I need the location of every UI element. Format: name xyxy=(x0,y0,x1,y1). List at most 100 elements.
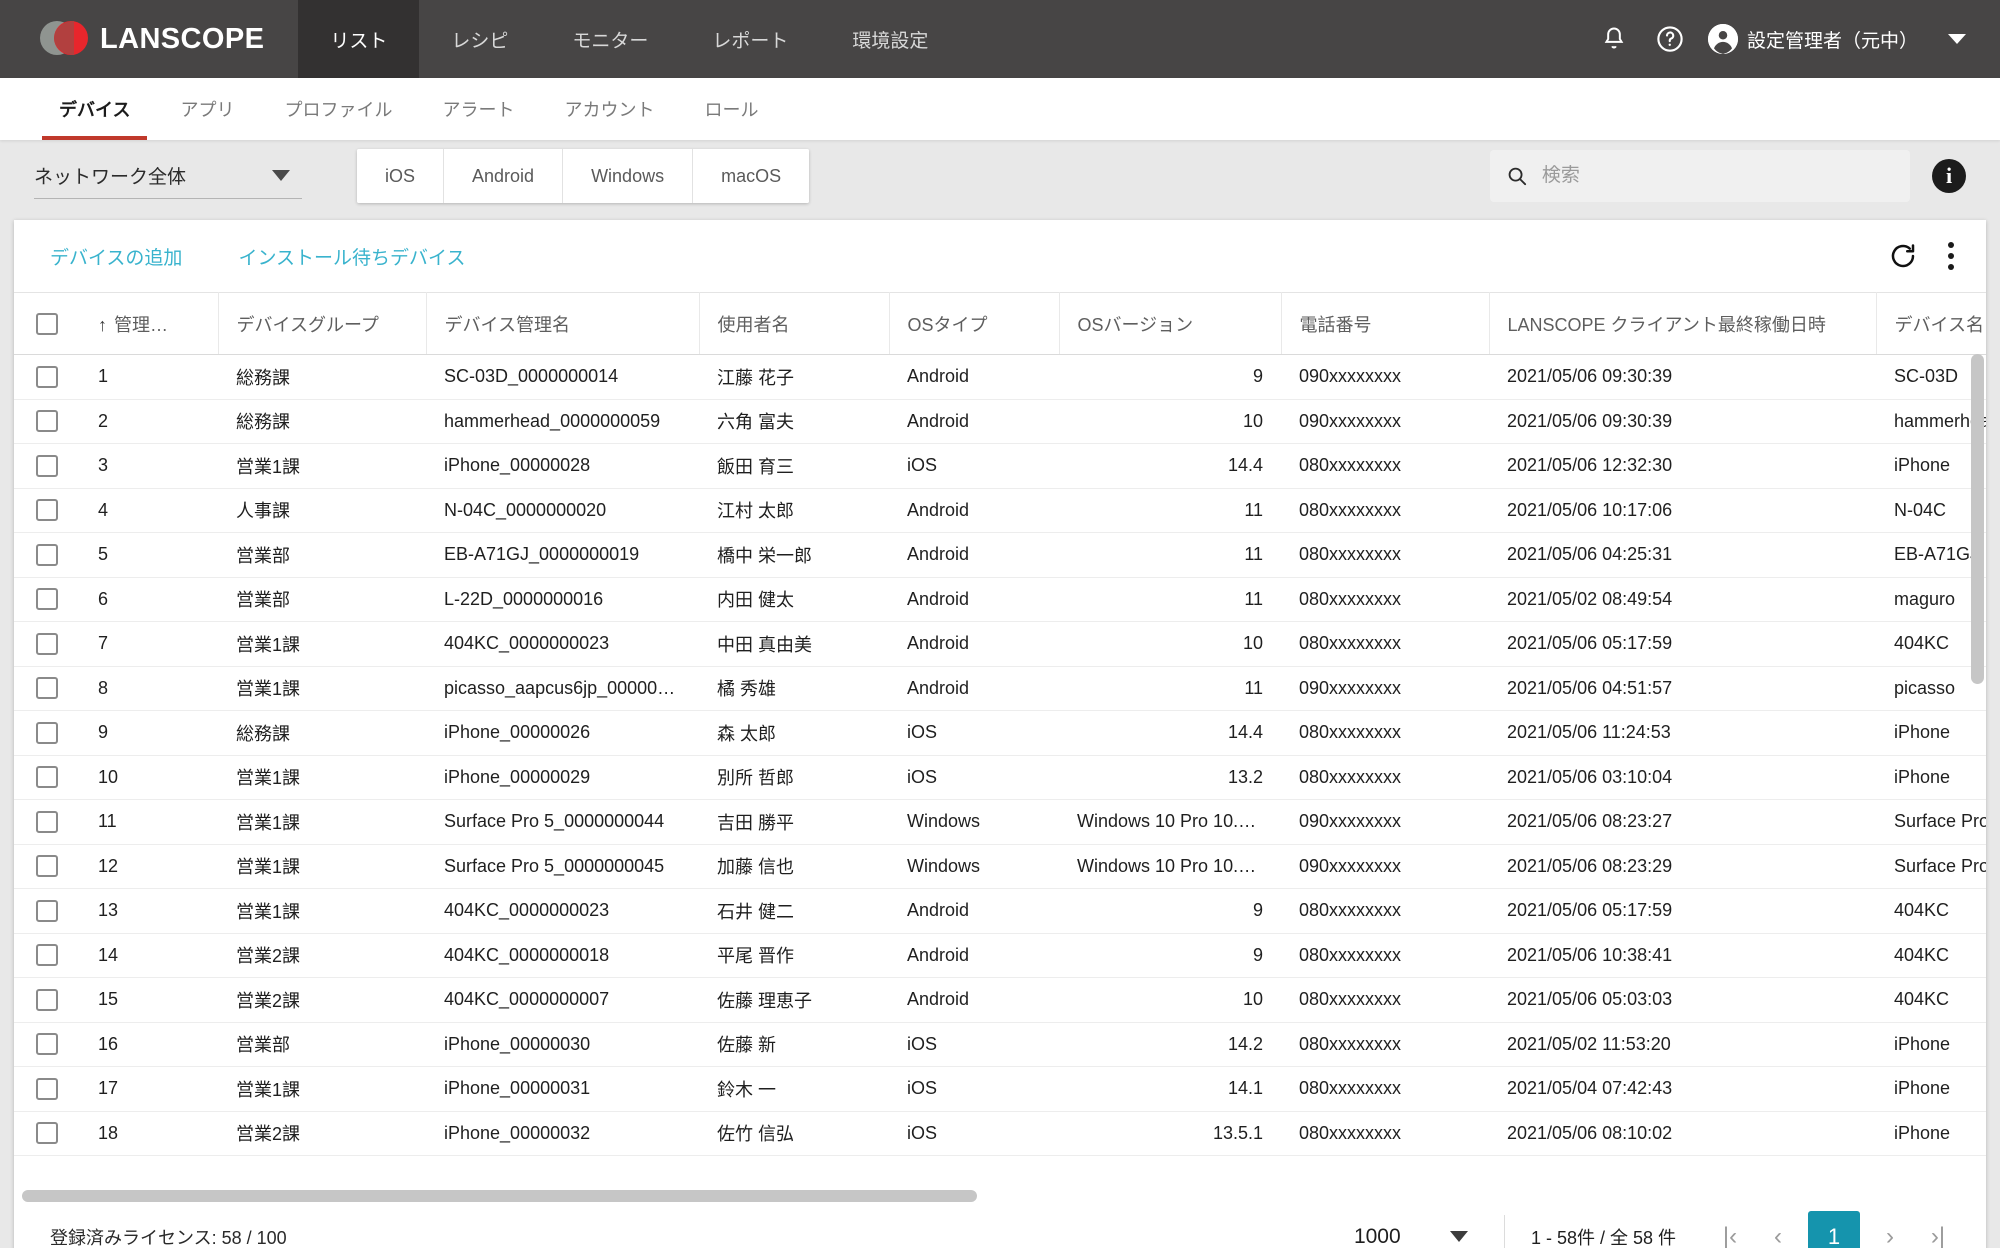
info-icon[interactable]: i xyxy=(1932,159,1966,193)
cell-os_version: 14.2 xyxy=(1059,1022,1281,1067)
os-filter-ios[interactable]: iOS xyxy=(357,149,445,203)
main-nav-item-list[interactable]: リスト xyxy=(298,0,420,78)
tab-accounts[interactable]: アカウント xyxy=(539,78,679,140)
row-checkbox[interactable] xyxy=(36,899,58,922)
row-checkbox[interactable] xyxy=(36,766,58,789)
cell-mgmt_name: SC-03D_0000000014 xyxy=(426,354,699,400)
row-checkbox[interactable] xyxy=(36,1077,58,1100)
cell-group: 営業1課 xyxy=(218,443,426,489)
column-header-last-active[interactable]: LANSCOPE クライアント最終稼働日時 xyxy=(1489,292,1877,355)
page-size-select[interactable]: 1000 xyxy=(1348,1214,1478,1248)
table-row[interactable]: 7 営業1課 404KC_0000000023 中田 真由美 Android 10 080x… xyxy=(14,621,1986,667)
table-row[interactable]: 12 営業1課 Surface Pro 5_0000000045 加藤 信也 Windo… xyxy=(14,844,1986,889)
tab-roles[interactable]: ロール xyxy=(679,78,783,140)
row-checkbox[interactable] xyxy=(36,944,58,967)
cell-last_active: 2021/05/06 11:24:53 xyxy=(1489,710,1876,756)
os-filter-windows[interactable]: Windows xyxy=(563,149,694,203)
main-nav-item-settings[interactable]: 環境設定 xyxy=(820,0,960,78)
table-row[interactable]: 2 総務課 hammerhead_0000000059 六角 富夫 Android 10 0… xyxy=(14,399,1986,444)
column-header-device-name[interactable]: デバイス名 xyxy=(1876,292,1986,355)
row-checkbox[interactable] xyxy=(36,855,58,878)
next-page-button[interactable]: › xyxy=(1866,1213,1914,1248)
tab-devices[interactable]: デバイス xyxy=(34,78,155,140)
table-row[interactable]: 9 総務課 iPhone_00000026 森 太郎 iOS 14.4 080xxxxxxx… xyxy=(14,710,1986,756)
cell-user_name: 橘 秀雄 xyxy=(699,666,889,711)
table-row[interactable]: 5 営業部 EB-A71GJ_0000000019 橋中 栄一郎 Android 11 08… xyxy=(14,532,1986,578)
horizontal-scrollbar-thumb[interactable] xyxy=(22,1190,977,1202)
cell-last_active: 2021/05/06 08:23:27 xyxy=(1489,799,1876,845)
row-checkbox[interactable] xyxy=(36,810,58,833)
table-row[interactable]: 13 営業1課 404KC_0000000023 石井 健二 Android 9 080xx… xyxy=(14,888,1986,934)
row-checkbox[interactable] xyxy=(36,365,58,388)
table-row[interactable]: 4 人事課 N-04C_0000000020 江村 太郎 Android 11 080xxx… xyxy=(14,488,1986,533)
vertical-scrollbar-thumb[interactable] xyxy=(1971,354,1984,684)
page-number-1-button[interactable]: 1 xyxy=(1808,1211,1860,1248)
tab-apps[interactable]: アプリ xyxy=(155,78,259,140)
cell-phone: 080xxxxxxxx xyxy=(1281,933,1489,978)
table-row[interactable]: 16 営業部 iPhone_00000030 佐藤 新 iOS 14.2 080xxxxxx… xyxy=(14,1022,1986,1067)
table-row[interactable]: 10 営業1課 iPhone_00000029 別所 哲郎 iOS 13.2 080xxxx… xyxy=(14,755,1986,800)
main-nav-item-recipe[interactable]: レシピ xyxy=(419,0,540,78)
pending-install-devices-link[interactable]: インストール待ちデバイス xyxy=(238,243,465,270)
row-checkbox[interactable] xyxy=(36,543,58,566)
cell-device_name: iPhone xyxy=(1876,1066,1986,1112)
previous-page-button[interactable]: ‹ xyxy=(1754,1213,1802,1248)
row-checkbox[interactable] xyxy=(36,1122,58,1145)
table-row[interactable]: 3 営業1課 iPhone_00000028 飯田 育三 iOS 14.4 080xxxxx… xyxy=(14,443,1986,489)
search-box[interactable] xyxy=(1490,150,1910,202)
tab-alerts[interactable]: アラート xyxy=(417,78,539,140)
row-checkbox[interactable] xyxy=(36,588,58,611)
row-checkbox[interactable] xyxy=(36,1033,58,1056)
table-row[interactable]: 6 営業部 L-22D_0000000016 内田 健太 Android 11 080xxx… xyxy=(14,577,1986,622)
notifications-button[interactable] xyxy=(1586,11,1642,67)
column-header-device-mgmt-name[interactable]: デバイス管理名 xyxy=(426,292,700,355)
table-row[interactable]: 1 総務課 SC-03D_0000000014 江藤 花子 Android 9 090xxx… xyxy=(14,354,1986,400)
cell-num: 12 xyxy=(80,844,218,889)
row-checkbox[interactable] xyxy=(36,677,58,700)
row-checkbox[interactable] xyxy=(36,454,58,477)
row-checkbox[interactable] xyxy=(36,988,58,1011)
main-nav-item-monitor[interactable]: モニター xyxy=(540,0,680,78)
column-header-os-version[interactable]: OSバージョン xyxy=(1059,292,1282,355)
table-row[interactable]: 15 営業2課 404KC_0000000007 佐藤 理恵子 Android 10 080… xyxy=(14,977,1986,1023)
column-header-phone-number[interactable]: 電話番号 xyxy=(1281,292,1490,355)
user-menu-chevron-down-icon[interactable] xyxy=(1948,34,1966,44)
table-row[interactable]: 17 営業1課 iPhone_00000031 鈴木 一 iOS 14.1 080xxxxx… xyxy=(14,1066,1986,1112)
add-device-link[interactable]: デバイスの追加 xyxy=(50,243,182,270)
os-filter-macos[interactable]: macOS xyxy=(693,149,810,203)
cell-os_version: 11 xyxy=(1059,577,1281,622)
column-header-device-group[interactable]: デバイスグループ xyxy=(218,292,427,355)
tab-profiles[interactable]: プロファイル xyxy=(259,78,417,140)
column-header-os-type[interactable]: OSタイプ xyxy=(889,292,1060,355)
more-options-button[interactable] xyxy=(1944,238,1958,274)
help-button[interactable] xyxy=(1642,11,1698,67)
column-header-user-name[interactable]: 使用者名 xyxy=(699,292,890,355)
last-page-button[interactable]: ›| xyxy=(1914,1213,1962,1248)
search-input[interactable] xyxy=(1539,164,1894,188)
device-table-scroll-area[interactable]: ↑ 管理… デバイスグループ デバイス管理名 使用者名 OSタイプ OSバージョン… xyxy=(14,292,1986,1188)
table-row[interactable]: 14 営業2課 404KC_0000000018 平尾 晋作 Android 9 080xx… xyxy=(14,933,1986,978)
os-filter-android[interactable]: Android xyxy=(444,149,564,203)
refresh-button[interactable] xyxy=(1888,241,1918,271)
device-table: ↑ 管理… デバイスグループ デバイス管理名 使用者名 OSタイプ OSバージョン… xyxy=(14,292,1986,1156)
cell-os_type: Android xyxy=(889,399,1059,444)
cell-os_type: iOS xyxy=(889,1066,1059,1112)
main-nav-item-report[interactable]: レポート xyxy=(680,0,820,78)
user-menu[interactable]: 設定管理者（元中） xyxy=(1698,24,1918,54)
row-checkbox[interactable] xyxy=(36,499,58,522)
table-row[interactable]: 18 営業2課 iPhone_00000032 佐竹 信弘 iOS 13.5.1 080xx… xyxy=(14,1111,1986,1156)
cell-mgmt_name: iPhone_00000031 xyxy=(426,1066,699,1112)
row-checkbox[interactable] xyxy=(36,410,58,433)
row-checkbox[interactable] xyxy=(36,632,58,655)
select-all-checkbox[interactable] xyxy=(36,312,58,335)
cell-num: 2 xyxy=(80,399,218,444)
column-header-number[interactable]: ↑ 管理… xyxy=(80,292,219,355)
table-row[interactable]: 8 営業1課 picasso_aapcus6jp_0000000… 橘 秀雄 Andro… xyxy=(14,666,1986,711)
cell-last_active: 2021/05/06 03:10:04 xyxy=(1489,755,1876,800)
row-checkbox[interactable] xyxy=(36,721,58,744)
horizontal-scrollbar[interactable] xyxy=(14,1188,1986,1204)
cell-device_name: iPhone xyxy=(1876,443,1986,489)
first-page-button[interactable]: |‹ xyxy=(1706,1213,1754,1248)
network-scope-select[interactable]: ネットワーク全体 xyxy=(34,153,302,199)
table-row[interactable]: 11 営業1課 Surface Pro 5_0000000044 吉田 勝平 Windo… xyxy=(14,799,1986,845)
